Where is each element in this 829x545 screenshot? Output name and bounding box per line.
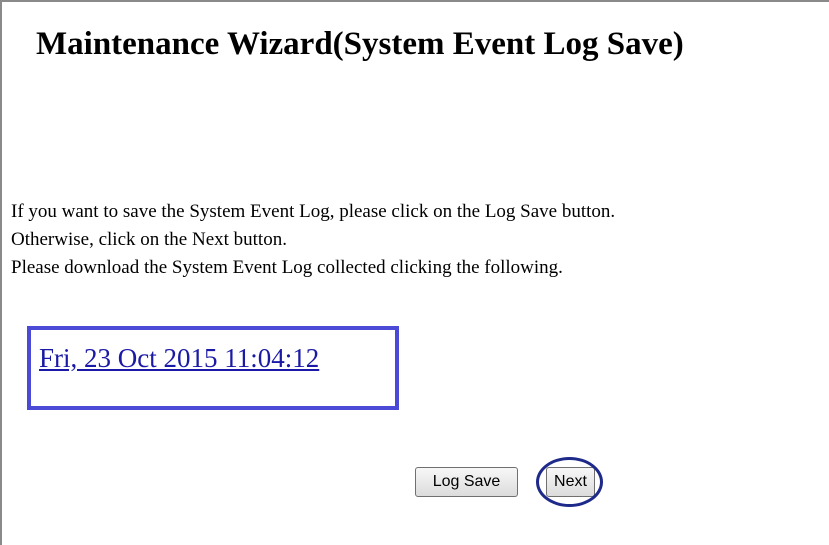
log-save-button[interactable]: Log Save — [415, 467, 518, 497]
instruction-line-1: If you want to save the System Event Log… — [11, 201, 616, 222]
instruction-line-3: Please download the System Event Log col… — [11, 257, 563, 278]
instructions-text: If you want to save the System Event Log… — [11, 198, 615, 282]
system-event-log-download-link[interactable]: Fri, 23 Oct 2015 11:04:12 — [39, 343, 319, 374]
next-button[interactable]: Next — [546, 467, 595, 497]
page-title: Maintenance Wizard(System Event Log Save… — [36, 26, 684, 62]
instruction-line-2: Otherwise, click on the Next button. — [11, 229, 287, 250]
